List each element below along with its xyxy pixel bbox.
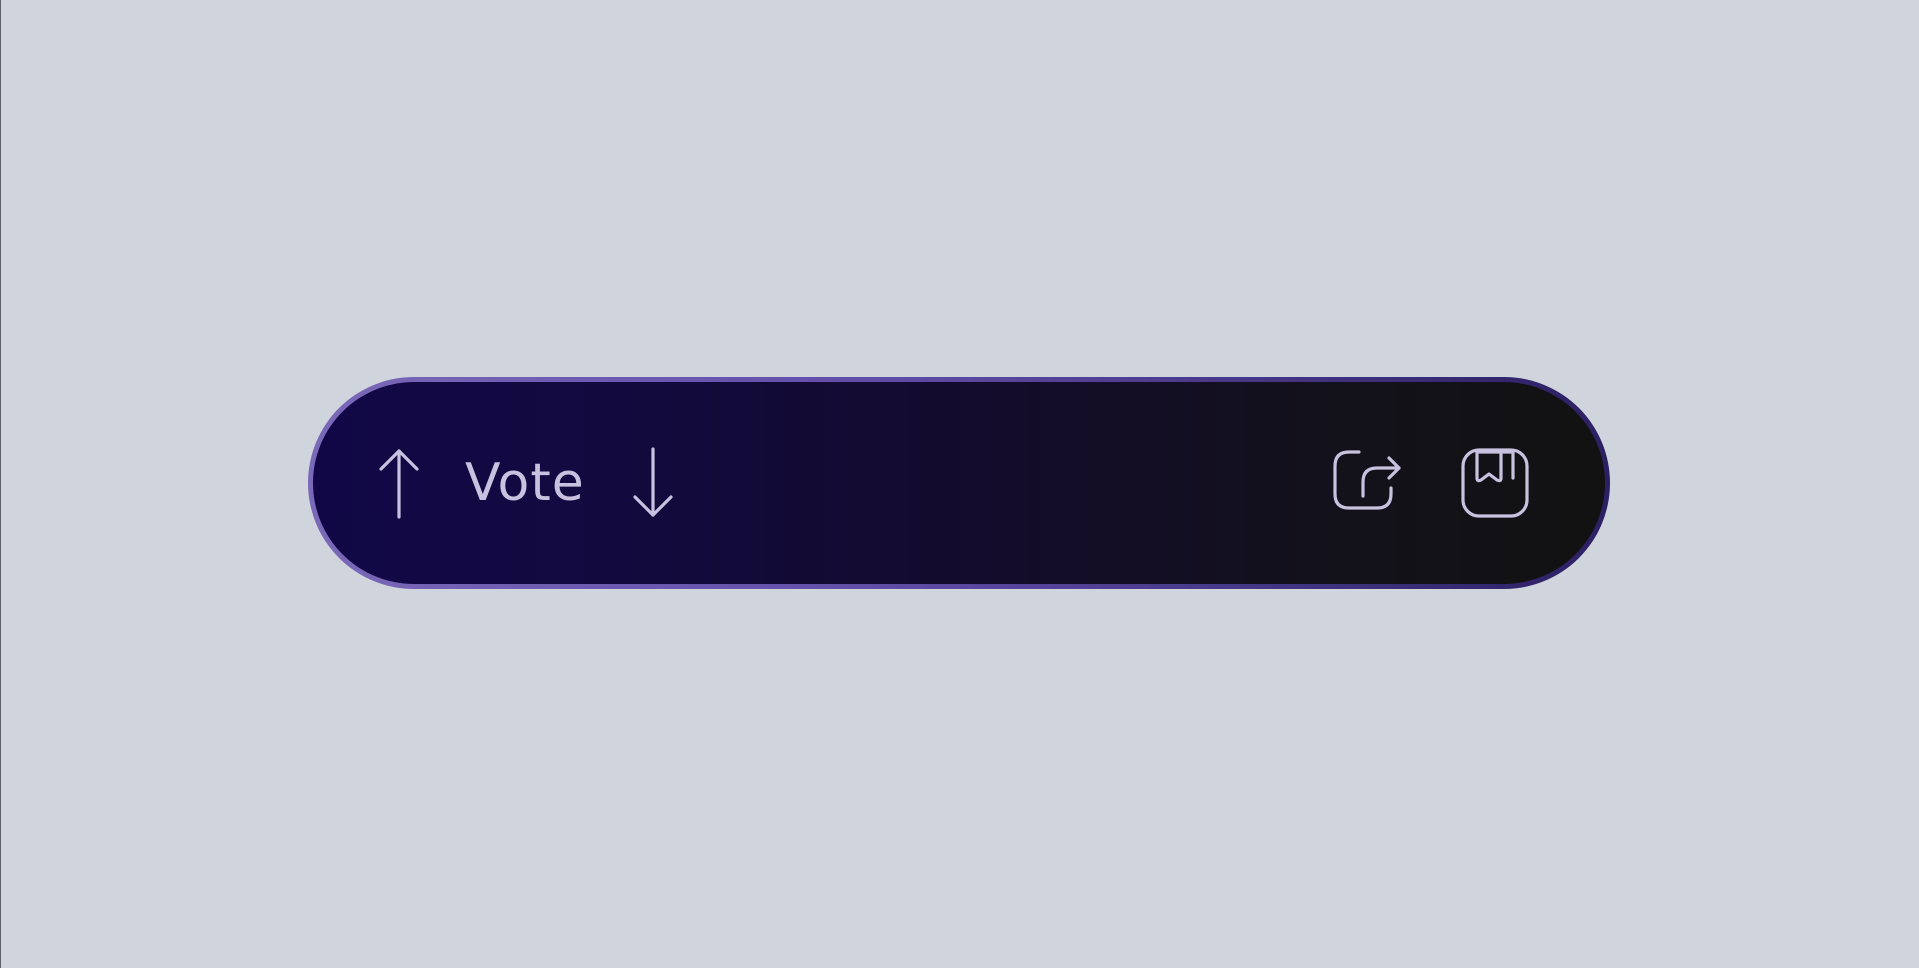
share-icon xyxy=(1333,450,1401,510)
bookmark-icon xyxy=(1461,448,1529,518)
arrow-up-icon xyxy=(379,449,419,519)
action-group xyxy=(1325,382,1533,584)
upvote-button[interactable] xyxy=(373,441,425,525)
post-action-toolbar: Vote xyxy=(308,377,1610,589)
vote-group: Vote xyxy=(373,382,679,584)
share-button[interactable] xyxy=(1325,442,1407,524)
vote-label: Vote xyxy=(465,453,585,513)
downvote-button[interactable] xyxy=(627,441,679,525)
arrow-down-icon xyxy=(633,447,673,517)
save-button[interactable] xyxy=(1457,442,1533,524)
window-edge xyxy=(0,0,1,968)
